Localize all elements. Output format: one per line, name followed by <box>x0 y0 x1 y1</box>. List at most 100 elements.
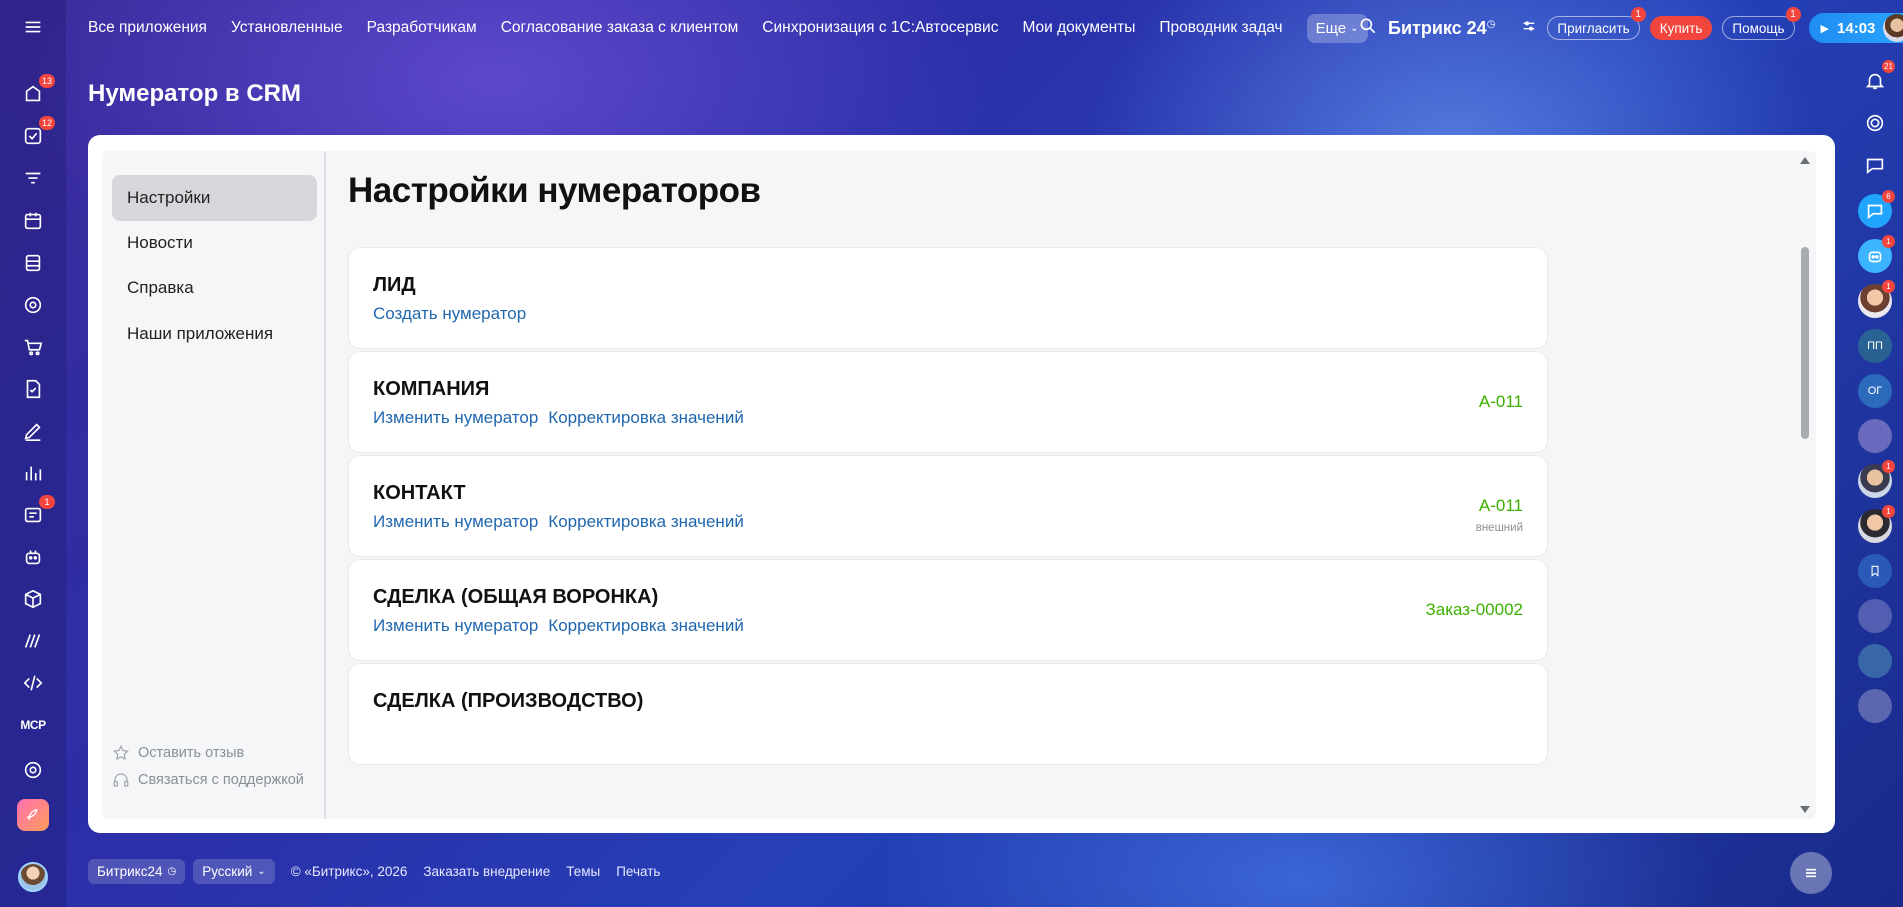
box-icon[interactable] <box>17 583 49 615</box>
app-frame: Настройки Новости Справка Наши приложени… <box>102 151 1816 819</box>
card-deal-general: СДЕЛКА (ОБЩАЯ ВОРОНКА) Изменить нумерато… <box>348 559 1548 661</box>
clock-icon: ◷ <box>167 865 177 877</box>
copilot-icon[interactable] <box>1858 106 1892 140</box>
numerator-type-label: внешний <box>1475 522 1523 534</box>
profile-avatar[interactable] <box>1883 14 1903 42</box>
market-icon[interactable] <box>17 625 49 657</box>
nav-1c-sync[interactable]: Синхронизация с 1С:Автосервис <box>762 19 998 37</box>
contact-avatar-3[interactable]: 1 <box>1858 460 1895 498</box>
card-title: КОМПАНИЯ <box>373 378 490 400</box>
create-numerator-link[interactable]: Создать нумератор <box>373 304 526 324</box>
pen-icon[interactable] <box>17 415 49 447</box>
nav-task-explorer[interactable]: Проводник задач <box>1159 19 1282 37</box>
contact-avatar-6[interactable] <box>1858 644 1892 678</box>
documents-sign-icon[interactable] <box>17 373 49 405</box>
numerator-settings-content: Настройки нумераторов ЛИД Создать нумера… <box>348 151 1768 819</box>
contact-avatar-2[interactable] <box>1858 419 1892 453</box>
invite-button[interactable]: Пригласить 1 <box>1547 7 1646 40</box>
contact-avatar-pp[interactable]: ПП <box>1858 329 1892 363</box>
edit-numerator-link[interactable]: Изменить нумератор <box>373 616 538 636</box>
card-contact: КОНТАКТ Изменить нумератор Корректировка… <box>348 455 1548 557</box>
contact-avatar-5[interactable] <box>1858 599 1892 633</box>
workday-timer-button[interactable]: ▶ 14:03 <box>1808 13 1903 43</box>
side-menu-news[interactable]: Новости <box>112 220 317 266</box>
user-avatar[interactable] <box>17 861 49 893</box>
card-title: СДЕЛКА (ОБЩАЯ ВОРОНКА) <box>373 586 659 608</box>
developer-code-icon[interactable] <box>17 667 49 699</box>
side-menu-help[interactable]: Справка <box>112 265 317 311</box>
numerator-value: A-011 <box>1478 392 1523 411</box>
filter-settings-icon[interactable] <box>1521 18 1537 39</box>
robot-icon[interactable] <box>17 541 49 573</box>
user2-badge: 1 <box>1882 460 1895 473</box>
bitrix24-logo[interactable]: Битрикс 24◷ <box>1388 18 1495 39</box>
nav-installed[interactable]: Установленные <box>231 19 343 37</box>
bookmark-icon[interactable] <box>1858 554 1892 588</box>
calendar-icon[interactable] <box>17 205 49 237</box>
adjust-values-link[interactable]: Корректировка значений <box>548 616 744 636</box>
card-lead: ЛИД Создать нумератор <box>348 247 1548 349</box>
side-menu-our-apps[interactable]: Наши приложения <box>112 311 317 357</box>
analytics-icon[interactable] <box>17 457 49 489</box>
print-link[interactable]: Печать <box>616 864 660 879</box>
headset-icon <box>113 773 129 787</box>
scroll-up-icon[interactable] <box>1800 157 1810 164</box>
tasks-icon[interactable]: 12 <box>17 116 55 152</box>
vertical-scrollbar[interactable] <box>1798 151 1812 819</box>
buy-button[interactable]: Купить 1 <box>1649 16 1713 40</box>
activity-badge: 13 <box>38 74 55 88</box>
chat-icon[interactable]: 6 <box>1858 190 1895 228</box>
contact-avatar-1[interactable]: 1 <box>1858 280 1895 318</box>
scroll-down-icon[interactable] <box>1800 806 1810 813</box>
side-menu-settings[interactable]: Настройки <box>112 175 317 221</box>
activity-stream-icon[interactable]: 13 <box>17 74 55 110</box>
scroll-thumb[interactable] <box>1801 247 1809 439</box>
side-menu: Настройки Новости Справка Наши приложени… <box>102 151 326 819</box>
goals-icon[interactable] <box>17 289 49 321</box>
feedback-link[interactable]: Оставить отзыв <box>112 744 244 762</box>
nav-my-documents[interactable]: Мои документы <box>1022 19 1135 37</box>
contact-avatar-og[interactable]: ОГ <box>1858 374 1892 408</box>
language-select[interactable]: Русский ⌄ <box>193 858 275 884</box>
edit-numerator-link[interactable]: Изменить нумератор <box>373 408 538 428</box>
chevron-down-icon: ⌄ <box>257 865 266 877</box>
nav-developers[interactable]: Разработчикам <box>367 19 477 37</box>
invite-badge: 1 <box>1630 7 1646 22</box>
nav-all-apps[interactable]: Все приложения <box>88 19 207 37</box>
tasks-badge: 12 <box>38 116 55 130</box>
notifications-bell-icon[interactable]: 21 <box>1858 60 1895 98</box>
order-implementation-link[interactable]: Заказать внедрение <box>423 864 550 879</box>
contact-avatar-7[interactable] <box>1858 689 1892 723</box>
edit-numerator-link[interactable]: Изменить нумератор <box>373 512 538 532</box>
user1-badge: 1 <box>1882 280 1895 293</box>
left-sidebar: 13 12 1 MCP <box>0 0 66 907</box>
copyright-text: © «Битрикс», 2026 <box>290 863 408 879</box>
news-icon[interactable]: 1 <box>17 495 55 531</box>
clock-icon: ◷ <box>1486 18 1496 30</box>
search-icon[interactable] <box>1358 16 1378 41</box>
mcp-icon[interactable]: MCP <box>17 709 49 741</box>
contact-avatar-4[interactable]: 1 <box>1858 505 1895 543</box>
menu-burger-icon[interactable] <box>17 11 49 43</box>
footer-brand-button[interactable]: Битрикс24 ◷ <box>88 858 186 884</box>
bot-avatar[interactable]: 1 <box>1858 235 1895 273</box>
themes-link[interactable]: Темы <box>566 864 600 879</box>
numerator-value: Заказ-00002 <box>1425 600 1523 619</box>
menu-lines-icon <box>1806 868 1816 878</box>
numerator-value: A-011 <box>1478 496 1523 515</box>
card-deal-production: СДЕЛКА (ПРОИЗВОДСТВО) <box>348 663 1548 765</box>
adjust-values-link[interactable]: Корректировка значений <box>548 512 744 532</box>
rocket-icon[interactable] <box>17 799 49 831</box>
help-button[interactable]: Помощь 1 <box>1722 7 1801 40</box>
shop-cart-icon[interactable] <box>17 331 49 363</box>
messages-icon[interactable] <box>1858 148 1892 182</box>
settings-gear-icon[interactable] <box>17 754 49 786</box>
star-icon <box>113 744 129 761</box>
drive-icon[interactable] <box>17 247 49 279</box>
nav-order-approval[interactable]: Согласование заказа с клиентом <box>501 19 739 37</box>
crm-funnel-icon[interactable] <box>17 163 49 195</box>
open-chat-button[interactable] <box>1790 852 1832 894</box>
support-link[interactable]: Связаться с поддержкой <box>112 771 304 789</box>
adjust-values-link[interactable]: Корректировка значений <box>548 408 744 428</box>
chat-badge: 6 <box>1882 190 1895 203</box>
